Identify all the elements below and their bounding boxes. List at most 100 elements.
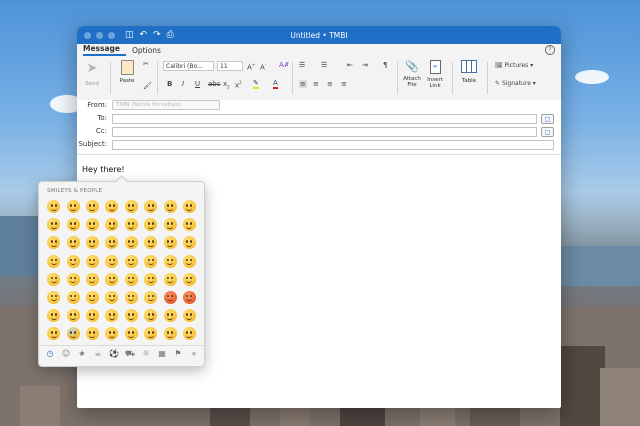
emoji-cell[interactable] [44, 271, 63, 289]
justify-icon[interactable]: ≡ [341, 80, 347, 88]
emoji-cell[interactable] [63, 216, 82, 234]
emoji-cell[interactable] [180, 216, 199, 234]
align-left-icon[interactable]: ≡ [299, 80, 307, 88]
decrease-indent-icon[interactable]: ⇤ [347, 61, 353, 69]
minimize-button[interactable] [96, 31, 103, 39]
insert-link-button[interactable]: ∞ Insert Link [425, 60, 445, 89]
emoji-cell[interactable] [63, 253, 82, 271]
emoji-cell[interactable] [122, 271, 141, 289]
emoji-cell[interactable] [180, 271, 199, 289]
car-icon[interactable]: ⛟ [124, 349, 136, 359]
emoji-cell[interactable] [122, 216, 141, 234]
emoji-cell[interactable] [160, 271, 179, 289]
emoji-cell[interactable] [102, 253, 121, 271]
emoji-cell[interactable] [83, 307, 102, 325]
subject-field[interactable] [112, 140, 554, 150]
redo-icon[interactable]: ↷ [153, 30, 161, 40]
smiley-icon[interactable]: ☺ [60, 349, 72, 359]
emoji-cell[interactable] [83, 234, 102, 252]
emoji-cell[interactable] [102, 289, 121, 307]
emoji-cell[interactable] [102, 216, 121, 234]
emoji-cell[interactable] [44, 307, 63, 325]
table-button[interactable]: Table [457, 60, 481, 84]
undo-icon[interactable]: ↶ [140, 30, 148, 40]
emoji-cell[interactable] [160, 234, 179, 252]
food-icon[interactable]: ☕ [92, 349, 104, 359]
message-body[interactable]: Hey there! [82, 165, 125, 174]
align-center-icon[interactable]: ≡ [313, 80, 319, 88]
emoji-cell[interactable] [141, 253, 160, 271]
emoji-cell[interactable] [102, 234, 121, 252]
emoji-cell[interactable] [63, 198, 82, 216]
emoji-cell[interactable] [141, 307, 160, 325]
emoji-cell[interactable] [63, 289, 82, 307]
emoji-cell[interactable] [160, 253, 179, 271]
emoji-cell[interactable] [180, 253, 199, 271]
animal-icon[interactable]: ★ [76, 349, 88, 359]
emoji-cell[interactable] [83, 289, 102, 307]
clock-icon[interactable]: ◷ [44, 349, 56, 359]
cut-icon[interactable]: ✂ [143, 60, 149, 68]
clear-format-icon[interactable]: A✗ [279, 61, 290, 69]
emoji-cell[interactable] [180, 234, 199, 252]
to-contacts-button[interactable]: □ [541, 114, 554, 124]
emoji-cell[interactable] [83, 325, 102, 343]
ball-icon[interactable]: ⚽ [108, 349, 120, 359]
send-button[interactable]: ➤ Send [82, 62, 102, 88]
emoji-cell[interactable] [122, 289, 141, 307]
font-color-icon[interactable]: A [273, 79, 278, 89]
close-button[interactable] [84, 31, 91, 39]
emoji-cell[interactable] [141, 325, 160, 343]
strikethrough-icon[interactable]: abc [208, 80, 221, 88]
emoji-cell[interactable] [102, 307, 121, 325]
emoji-cell[interactable] [44, 198, 63, 216]
attach-file-button[interactable]: 📎 Attach File [402, 60, 422, 88]
help-icon[interactable]: ? [545, 45, 555, 55]
cc-contacts-button[interactable]: □ [541, 127, 554, 137]
emoji-cell[interactable] [180, 198, 199, 216]
align-right-icon[interactable]: ≡ [327, 80, 333, 88]
emoji-cell[interactable] [83, 198, 102, 216]
emoji-cell[interactable] [44, 216, 63, 234]
shrink-font-icon[interactable]: A- [260, 62, 266, 71]
more-icon[interactable]: » [188, 349, 200, 359]
tab-options[interactable]: Options [132, 46, 167, 56]
bulb-icon[interactable]: ☼ [140, 349, 152, 359]
emoji-cell[interactable] [63, 234, 82, 252]
emoji-cell[interactable] [63, 271, 82, 289]
emoji-cell[interactable] [44, 289, 63, 307]
superscript-icon[interactable]: x2 [235, 80, 242, 89]
symbols-icon[interactable]: ▦ [156, 349, 168, 359]
bold-icon[interactable]: B [167, 80, 172, 88]
font-name-select[interactable]: Calibri (Bo... [163, 61, 214, 71]
emoji-cell[interactable] [180, 325, 199, 343]
emoji-cell[interactable] [83, 271, 102, 289]
emoji-cell[interactable] [102, 325, 121, 343]
flag-icon[interactable]: ⚑ [172, 349, 184, 359]
increase-indent-icon[interactable]: ⇥ [362, 61, 368, 69]
emoji-cell[interactable] [141, 216, 160, 234]
emoji-cell[interactable] [122, 325, 141, 343]
emoji-cell[interactable] [44, 234, 63, 252]
emoji-cell[interactable] [102, 271, 121, 289]
emoji-cell[interactable] [63, 325, 82, 343]
emoji-cell[interactable] [44, 325, 63, 343]
italic-icon[interactable]: I [182, 80, 184, 88]
emoji-cell[interactable] [122, 234, 141, 252]
emoji-cell[interactable] [160, 325, 179, 343]
emoji-cell[interactable] [122, 253, 141, 271]
print-icon[interactable]: ⎙ [167, 30, 174, 40]
save-icon[interactable]: ◫ [125, 30, 134, 40]
font-size-select[interactable]: 11 [217, 61, 243, 71]
cc-field[interactable] [112, 127, 537, 137]
emoji-cell[interactable] [160, 216, 179, 234]
emoji-cell[interactable] [160, 307, 179, 325]
pictures-button[interactable]: 🖼 Pictures ▾ [495, 62, 533, 69]
emoji-cell[interactable] [141, 198, 160, 216]
emoji-cell[interactable] [122, 307, 141, 325]
emoji-cell[interactable] [83, 216, 102, 234]
grow-font-icon[interactable]: A+ [247, 62, 255, 71]
format-painter-icon[interactable]: 🖌 [143, 82, 152, 90]
paste-button[interactable]: Paste [117, 60, 137, 84]
paragraph-marks-icon[interactable]: ¶ [383, 61, 387, 69]
